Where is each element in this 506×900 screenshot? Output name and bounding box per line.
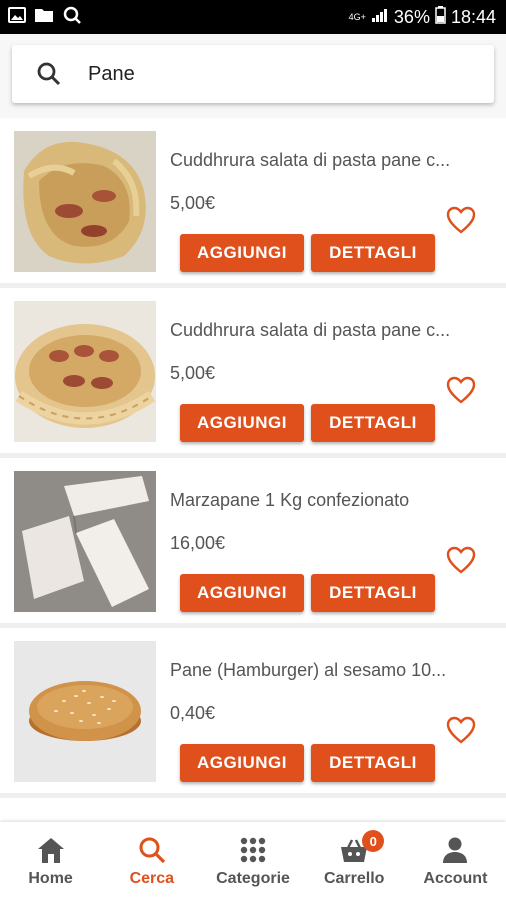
search-area: Pane — [0, 34, 506, 118]
clock: 18:44 — [450, 6, 496, 27]
nav-label-search[interactable]: Cerca — [130, 870, 174, 888]
details-button[interactable]: DETTAGLI — [311, 404, 435, 442]
details-button[interactable]: DETTAGLI — [311, 234, 435, 272]
add-to-cart-button[interactable]: AGGIUNGI — [180, 234, 304, 272]
nav-label-categories[interactable]: Categorie — [216, 870, 290, 888]
heart-icon[interactable] — [446, 716, 476, 744]
battery-icon — [435, 5, 446, 29]
product-card[interactable]: Cuddhrura salata di pasta pane c... 5,00… — [0, 288, 506, 453]
details-button[interactable]: DETTAGLI — [311, 744, 435, 782]
battery-percent: 36% — [393, 6, 430, 27]
network-type: 4G+ — [348, 11, 366, 22]
nav-item-cart[interactable]: 0 Carrello — [304, 822, 405, 900]
nav-item-search[interactable]: Cerca — [101, 822, 202, 900]
product-price: 5,00€ — [170, 363, 216, 383]
nav-label-home[interactable]: Home — [28, 870, 72, 888]
nav-item-account[interactable]: Account — [405, 822, 506, 900]
product-name[interactable]: Cuddhrura salata di pasta pane c... — [170, 150, 480, 171]
cart-icon[interactable]: 0 — [338, 830, 385, 866]
product-image[interactable] — [14, 641, 156, 782]
account-icon[interactable] — [439, 834, 471, 866]
status-notifications — [8, 6, 82, 29]
search-icon[interactable] — [36, 61, 62, 87]
product-name[interactable]: Cuddhrura salata di pasta pane c... — [170, 320, 480, 341]
bottom-nav: Home Cerca Categorie 0 Carrello Account — [0, 822, 506, 900]
nav-item-categories[interactable]: Categorie — [202, 822, 303, 900]
folder-icon — [34, 7, 54, 28]
nav-label-account[interactable]: Account — [423, 870, 487, 888]
signal-icon — [371, 7, 389, 28]
product-price: 16,00€ — [170, 533, 226, 553]
product-price: 0,40€ — [170, 703, 216, 723]
search-query[interactable]: Pane — [88, 63, 135, 86]
product-card[interactable]: Marzapane 1 Kg confezionato 16,00€ AGGIU… — [0, 458, 506, 623]
add-to-cart-button[interactable]: AGGIUNGI — [180, 744, 304, 782]
product-image[interactable] — [14, 131, 156, 272]
home-icon[interactable] — [35, 834, 67, 866]
add-to-cart-button[interactable]: AGGIUNGI — [180, 404, 304, 442]
product-price: 5,00€ — [170, 193, 216, 213]
heart-icon[interactable] — [446, 376, 476, 404]
details-button[interactable]: DETTAGLI — [311, 574, 435, 612]
status-system: 4G+ 36% 18:44 — [348, 5, 496, 29]
product-name[interactable]: Marzapane 1 Kg confezionato — [170, 490, 480, 511]
heart-icon[interactable] — [446, 206, 476, 234]
status-bar: 4G+ 36% 18:44 — [0, 0, 506, 34]
search-input[interactable]: Pane — [12, 45, 494, 103]
add-to-cart-button[interactable]: AGGIUNGI — [180, 574, 304, 612]
product-list: Cuddhrura salata di pasta pane c... 5,00… — [0, 118, 506, 828]
search-icon[interactable] — [136, 834, 168, 866]
product-card[interactable]: Cuddhrura salata di pasta pane c... 5,00… — [0, 118, 506, 283]
heart-icon[interactable] — [446, 546, 476, 574]
grid-icon[interactable] — [237, 834, 269, 866]
nav-item-home[interactable]: Home — [0, 822, 101, 900]
nav-label-cart[interactable]: Carrello — [324, 870, 384, 888]
product-image[interactable] — [14, 301, 156, 442]
product-name[interactable]: Pane (Hamburger) al sesamo 10... — [170, 660, 480, 681]
image-icon — [8, 6, 26, 28]
product-card[interactable]: Pane (Hamburger) al sesamo 10... 0,40€ A… — [0, 628, 506, 793]
cart-badge: 0 — [362, 830, 385, 852]
product-image[interactable] — [14, 471, 156, 612]
search-notification-icon — [62, 6, 82, 29]
